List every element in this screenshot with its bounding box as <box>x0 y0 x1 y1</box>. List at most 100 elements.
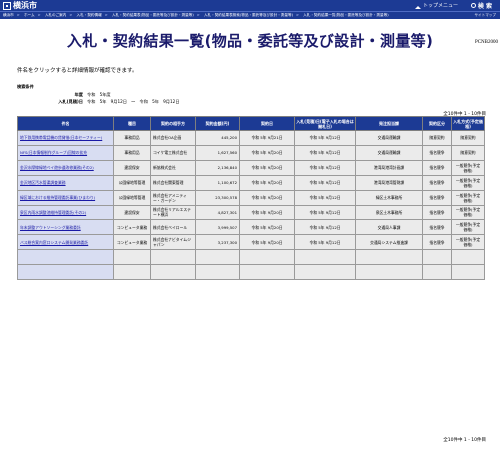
contract-date-cell: 令和 5年 9月20日 <box>239 159 295 176</box>
category-cell <box>113 264 151 281</box>
table-row: 年末調整アウトソーシング業務委託 コンピュータ業務 株式会社ベイロール 3,999,5… <box>17 219 485 236</box>
table-row <box>17 249 485 266</box>
project-name-cell: 緑区域における維持管理委託事業(ひまわり) <box>17 189 114 206</box>
department-cell: 交通局運輸課 <box>355 130 423 146</box>
category-cell: 建設保安 <box>113 204 151 221</box>
table-row: 緑区域における維持管理委託事業(ひまわり) 公園緑地等管理 株式会社アメニティー・ガ… <box>17 189 485 206</box>
city-emblem-icon <box>3 1 11 10</box>
condition-label: 年度 <box>74 92 83 97</box>
bid-method-cell: 一般競争(予定価格) <box>451 174 485 191</box>
bid-date-cell: 令和 5年 9月12日 <box>294 174 356 191</box>
condition-label: 入札(見積)日 <box>58 99 83 104</box>
breadcrumb-item[interactable]: 入札・契約結果表(物品・委託等及び設計・測量等) <box>112 13 194 17</box>
breadcrumb-item[interactable]: 入札・契約情報 <box>77 13 102 17</box>
project-name-link[interactable]: 金沢水際線緑地ベイ遊歩道改修業務(その2) <box>20 165 94 170</box>
bid-date-cell: 令和 5年 9月12日 <box>294 130 356 146</box>
contractor-cell <box>150 249 196 266</box>
project-name-cell: バス総合案内窓口システム開発業務委託 <box>17 234 114 251</box>
project-name-link[interactable]: NFS(日本情報制作グループ)回線の拡充 <box>20 150 87 155</box>
search-label: 検 索 <box>477 3 492 10</box>
top-menu-link[interactable]: トップメニュー <box>414 1 458 10</box>
breadcrumb-item[interactable]: 横浜市 <box>3 13 14 17</box>
page-id: PCNB2000 <box>474 40 498 45</box>
search-icon <box>470 3 476 8</box>
contract-date-cell: 令和 5年 9月20日 <box>239 219 295 236</box>
bid-date-cell: 令和 5年 9月12日 <box>294 189 356 206</box>
bid-method-cell: 一般競争(予定価格) <box>451 204 485 221</box>
table-row: 泉区内雨水調整池維持管理委託(その2) 建設保安 株式会社リアルエステート横浜 4,8… <box>17 204 485 221</box>
amount-cell: 23,300,578 <box>195 189 240 206</box>
bid-method-cell: 一般競争(予定価格) <box>451 219 485 236</box>
bid-method-cell <box>451 264 485 281</box>
project-name-cell: 年末調整アウトソーシング業務委託 <box>17 219 114 236</box>
condition-value: 令和 5年 9月12日 ～ 令和 5年 9月12日 <box>87 99 180 104</box>
project-name-link[interactable]: 年末調整アウトソーシング業務委託 <box>20 225 81 230</box>
breadcrumb-item[interactable]: 入札のご案内 <box>45 13 67 17</box>
contract-date-cell: 令和 5年 9月20日 <box>239 144 295 161</box>
results-table: 件名 種目 契約の相手方 契約金額(円) 契約日 入札(見積)日(電子入札の場合… <box>17 116 485 281</box>
amount-cell: 2,136,840 <box>195 159 240 176</box>
contract-date-cell: 令和 5年 9月21日 <box>239 130 295 146</box>
category-cell: 建設保安 <box>113 159 151 176</box>
bid-method-cell: 随意契約 <box>451 144 485 161</box>
bid-method-cell: 一般競争(予定価格) <box>451 234 485 251</box>
search-conditions-title: 検索条件 <box>17 84 34 89</box>
contract-type-cell: 指名競争 <box>422 144 452 161</box>
project-name-cell <box>17 249 114 266</box>
condition-row: 入札(見積)日 令和 5年 9月12日 ～ 令和 5年 9月12日 <box>17 99 237 105</box>
condition-value: 令和 5年度 <box>87 92 111 97</box>
contractor-cell: コイケ電工株式会社 <box>150 144 196 161</box>
contract-date-cell: 令和 5年 9月20日 <box>239 204 295 221</box>
department-cell: 交通局運輸課 <box>355 144 423 161</box>
contract-type-cell: 指名競争 <box>422 234 452 251</box>
contract-date-cell: 令和 5年 9月20日 <box>239 234 295 251</box>
project-name-cell <box>17 264 114 281</box>
instruction-text: 件名をクリックすると詳細情報が確認できます。 <box>17 68 138 74</box>
home-icon <box>414 3 421 9</box>
project-name-link[interactable]: 地下鉄用携帯電話機の賃貸借(日本セーフティー) <box>20 135 102 140</box>
bid-date-cell <box>294 264 356 281</box>
table-header-row: 件名 種目 契約の相手方 契約金額(円) 契約日 入札(見積)日(電子入札の場合… <box>17 116 485 131</box>
department-cell: 港湾局港湾管財課 <box>355 174 423 191</box>
amount-cell: 3,237,300 <box>195 234 240 251</box>
column-header: 件名 <box>17 116 114 131</box>
contract-type-cell: 随意契約 <box>422 130 452 146</box>
contract-date-cell: 令和 5年 9月20日 <box>239 189 295 206</box>
column-header: 契約日 <box>239 116 295 131</box>
contractor-cell: 株式会社リアルエステート横浜 <box>150 204 196 221</box>
project-name-link[interactable]: 金沢地区汚水管渠調査業務 <box>20 180 66 185</box>
logo-text: 横浜市 <box>13 1 37 10</box>
sitemap-link[interactable]: サイトマップ <box>474 12 496 19</box>
search-link[interactable]: 検 索 <box>470 1 492 10</box>
contract-date-cell: 令和 5年 9月20日 <box>239 174 295 191</box>
breadcrumb-item[interactable]: 入札・契約結果表検索(物品・委託等及び設計・測量等) <box>204 13 293 17</box>
bid-date-cell: 令和 5年 9月12日 <box>294 144 356 161</box>
amount-cell: 4,827,301 <box>195 204 240 221</box>
column-header: 契約金額(円) <box>195 116 240 131</box>
table-row: バス総合案内窓口システム開発業務委託 コンピュータ業務 株式会社ナビタイムジャパン 3… <box>17 234 485 251</box>
project-name-link[interactable]: バス総合案内窓口システム開発業務委託 <box>20 240 88 245</box>
column-header: 契約区分 <box>422 116 452 131</box>
contractor-cell: 株式会社ベイロール <box>150 219 196 236</box>
contractor-cell: 株式会社OA企画 <box>150 130 196 146</box>
bid-method-cell: 一般競争(予定価格) <box>451 189 485 206</box>
project-name-link[interactable]: 緑区域における維持管理委託事業(ひまわり) <box>20 195 95 200</box>
site-logo[interactable]: 横浜市 <box>3 1 37 10</box>
project-name-cell: 金沢地区汚水管渠調査業務 <box>17 174 114 191</box>
table-row <box>17 264 485 281</box>
page-title: 入札・契約結果一覧(物品・委託等及び設計・測量等) <box>66 32 434 50</box>
category-cell: 公園緑地等管理 <box>113 189 151 206</box>
top-menu-label: トップメニュー <box>422 3 458 9</box>
amount-cell <box>195 264 240 281</box>
site-header: 横浜市 トップメニュー 検 索 <box>0 0 500 11</box>
bid-method-cell: 一般競争(予定価格) <box>451 159 485 176</box>
contract-type-cell: 指名競争 <box>422 174 452 191</box>
bid-date-cell: 令和 5年 9月12日 <box>294 219 356 236</box>
contractor-cell: 株式会社アメニティー・ガーデン <box>150 189 196 206</box>
project-name-link[interactable]: 泉区内雨水調整池維持管理委託(その2) <box>20 210 86 215</box>
category-cell: コンピュータ業務 <box>113 234 151 251</box>
breadcrumb-item[interactable]: ホーム <box>24 13 35 17</box>
contractor-cell: 株式会社関東管理 <box>150 174 196 191</box>
contract-date-cell <box>239 264 295 281</box>
bid-date-cell: 令和 5年 9月12日 <box>294 204 356 221</box>
